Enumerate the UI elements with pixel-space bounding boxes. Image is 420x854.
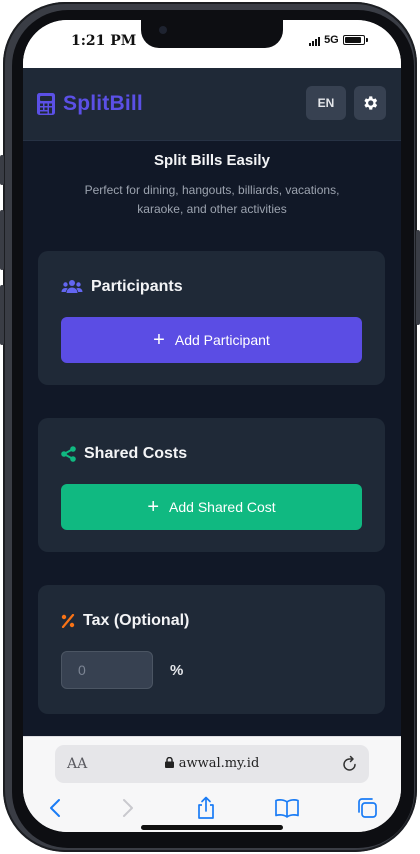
bookmarks-icon: [275, 799, 299, 818]
cellular-status: 5G: [309, 34, 339, 47]
hero-title: Split Bills Easily: [154, 152, 270, 169]
bookmarks-button[interactable]: [271, 795, 303, 821]
add-shared-cost-button[interactable]: + Add Shared Cost: [61, 484, 362, 530]
brand[interactable]: SplitBill: [37, 92, 143, 116]
shared-costs-title: Shared Costs: [84, 445, 188, 462]
tax-title: Tax (Optional): [83, 612, 190, 629]
forward-icon: [123, 799, 133, 817]
share-icon: [61, 446, 76, 462]
participants-card: Participants + Add Participant: [38, 251, 385, 385]
plus-icon: +: [147, 496, 160, 518]
forward-button[interactable]: [112, 795, 144, 821]
browser-toolbar: AA awwal.my.id: [23, 736, 401, 832]
app-content: SplitBill EN Split Bills Easily Perfect …: [23, 68, 401, 736]
status-bar: 1:21 PM 5G: [23, 20, 401, 68]
back-icon: [50, 799, 60, 817]
tax-card: Tax (Optional) %: [38, 585, 385, 714]
app-header: SplitBill EN: [23, 68, 401, 141]
hero-subtitle: Perfect for dining, hangouts, billiards,…: [84, 183, 340, 216]
url-text: awwal.my.id: [178, 756, 260, 771]
front-camera: [159, 26, 167, 34]
add-shared-cost-label: Add Shared Cost: [169, 499, 276, 515]
gear-icon: [364, 96, 378, 110]
url-display: awwal.my.id: [55, 756, 369, 771]
volume-up-button: [0, 210, 4, 270]
shared-costs-card: Shared Costs + Add Shared Cost: [38, 418, 385, 552]
participants-title: Participants: [91, 278, 183, 295]
theme-toggle-button[interactable]: [354, 86, 386, 120]
signal-icon: [309, 34, 321, 47]
add-participant-button[interactable]: + Add Participant: [61, 317, 362, 363]
battery-tip: [366, 38, 368, 42]
tax-unit-label: %: [170, 662, 184, 679]
back-button[interactable]: [39, 795, 71, 821]
lock-icon: [164, 757, 174, 768]
tax-header: Tax (Optional): [61, 612, 189, 630]
tax-input[interactable]: [61, 651, 153, 689]
brand-name: SplitBill: [63, 92, 143, 115]
address-bar[interactable]: AA awwal.my.id: [55, 745, 369, 783]
percent-icon: [61, 614, 75, 628]
tabs-icon: [358, 798, 377, 818]
volume-down-button: [0, 285, 4, 345]
users-icon: [61, 279, 83, 295]
power-button: [416, 230, 420, 325]
add-participant-label: Add Participant: [174, 332, 270, 348]
browser-nav-bar: [23, 791, 401, 827]
notch: [141, 20, 283, 48]
plus-icon: +: [153, 329, 165, 351]
share-button[interactable]: [190, 795, 222, 821]
reload-icon[interactable]: [341, 755, 358, 773]
participants-header: Participants: [61, 278, 183, 296]
phone-screen: 1:21 PM 5G SplitBill EN Split Bills Easi…: [23, 20, 401, 832]
language-button[interactable]: EN: [306, 86, 346, 120]
status-time: 1:21 PM: [71, 33, 137, 49]
calculator-icon: [37, 93, 55, 115]
tabs-button[interactable]: [351, 795, 383, 821]
network-label: 5G: [324, 34, 339, 46]
battery-icon: [343, 35, 365, 45]
home-indicator: [141, 825, 283, 830]
mute-switch: [0, 155, 4, 185]
share-sheet-icon: [198, 796, 214, 819]
shared-costs-header: Shared Costs: [61, 445, 187, 463]
